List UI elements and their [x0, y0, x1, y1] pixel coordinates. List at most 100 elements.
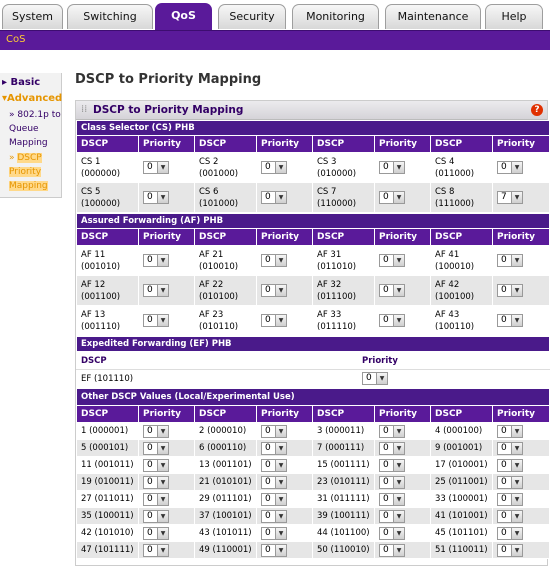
- priority-select[interactable]: 0 ▼: [143, 526, 169, 540]
- priority-value: 0: [265, 476, 271, 487]
- priority-select[interactable]: 0 ▼: [143, 475, 169, 489]
- priority-select[interactable]: 0 ▼: [379, 526, 405, 540]
- priority-select[interactable]: 0 ▼: [261, 424, 287, 438]
- priority-cell: 0 ▼: [256, 305, 313, 336]
- dscp-code: (101000): [199, 198, 239, 209]
- priority-select[interactable]: 0 ▼: [261, 441, 287, 455]
- help-icon[interactable]: ?: [531, 104, 543, 116]
- priority-select[interactable]: 0 ▼: [497, 543, 523, 557]
- priority-select[interactable]: 0 ▼: [143, 314, 169, 327]
- priority-select[interactable]: 7 ▼: [497, 191, 523, 204]
- priority-select[interactable]: 0 ▼: [261, 458, 287, 472]
- priority-select[interactable]: 0 ▼: [261, 161, 287, 174]
- priority-cell: 0 ▼: [256, 473, 313, 491]
- dscp-cell: 6 (000110): [194, 439, 257, 457]
- priority-select[interactable]: 0 ▼: [143, 284, 169, 297]
- priority-select[interactable]: 0 ▼: [143, 458, 169, 472]
- subnav-cos[interactable]: CoS: [6, 34, 25, 45]
- dscp-cell: 49 (110001): [194, 541, 257, 559]
- priority-select[interactable]: 0 ▼: [379, 314, 405, 327]
- tab-maintenance[interactable]: Maintenance: [385, 4, 481, 29]
- priority-value: 0: [383, 315, 389, 325]
- priority-select[interactable]: 0 ▼: [497, 284, 523, 297]
- priority-select[interactable]: 0 ▼: [261, 492, 287, 506]
- priority-select[interactable]: 0 ▼: [497, 314, 523, 327]
- priority-value: 0: [501, 255, 507, 265]
- priority-select[interactable]: 0 ▼: [261, 284, 287, 297]
- priority-select[interactable]: 0 ▼: [261, 543, 287, 557]
- priority-select[interactable]: 0 ▼: [379, 458, 405, 472]
- dscp-cell: 35 (100011): [76, 507, 139, 525]
- priority-select[interactable]: 0 ▼: [379, 161, 405, 174]
- priority-cell: 0 ▼: [491, 245, 550, 276]
- tab-system[interactable]: System: [2, 4, 63, 29]
- priority-select[interactable]: 0 ▼: [261, 191, 287, 204]
- priority-cell: 0 ▼: [256, 245, 313, 276]
- priority-select[interactable]: 0 ▼: [497, 475, 523, 489]
- priority-cell: 0 ▼: [374, 245, 431, 276]
- priority-select[interactable]: 0 ▼: [379, 191, 405, 204]
- priority-select[interactable]: 0 ▼: [497, 526, 523, 540]
- priority-select[interactable]: 0 ▼: [261, 526, 287, 540]
- nav-dscp-priority-mapping[interactable]: » DSCP Priority Mapping: [9, 151, 61, 193]
- priority-select[interactable]: 0 ▼: [497, 509, 523, 523]
- cs-section-header: Class Selector (CS) PHB: [75, 120, 550, 136]
- tab-switching[interactable]: Switching: [67, 4, 153, 29]
- dscp-name: AF 21: [199, 249, 224, 260]
- priority-select[interactable]: 0 ▼: [497, 424, 523, 438]
- priority-cell: 0 ▼: [374, 473, 431, 491]
- nav-8021p-queue-mapping[interactable]: » 802.1p to Queue Mapping: [9, 108, 61, 150]
- dscp-cell: CS 5 (100000): [76, 182, 139, 213]
- priority-select[interactable]: 0 ▼: [497, 254, 523, 267]
- priority-select[interactable]: 0 ▼: [379, 509, 405, 523]
- priority-cell: 0 ▼: [138, 422, 195, 440]
- priority-select[interactable]: 0 ▼: [497, 441, 523, 455]
- priority-select[interactable]: 0 ▼: [261, 314, 287, 327]
- priority-select[interactable]: 0 ▼: [379, 475, 405, 489]
- priority-select[interactable]: 0 ▼: [143, 191, 169, 204]
- priority-select[interactable]: 0 ▼: [261, 509, 287, 523]
- tab-monitoring[interactable]: Monitoring: [292, 4, 379, 29]
- chevron-down-icon: ▼: [275, 425, 286, 437]
- priority-header: Priority: [491, 135, 550, 153]
- mapping-panel: ⁞⁞ DSCP to Priority Mapping ? Class Sele…: [75, 100, 550, 566]
- ef-header-row: DSCP Priority: [76, 351, 550, 370]
- priority-select[interactable]: 0 ▼: [379, 424, 405, 438]
- dscp-cell: 1 (000001): [76, 422, 139, 440]
- priority-select[interactable]: 0 ▼: [362, 372, 388, 385]
- chevron-down-icon: ▼: [275, 162, 286, 173]
- priority-select[interactable]: 0 ▼: [261, 254, 287, 267]
- dscp-cell: 13 (001101): [194, 456, 257, 474]
- dscp-header: DSCP: [76, 228, 139, 246]
- dscp-cell: 25 (011001): [430, 473, 493, 491]
- dscp-cell: AF 13 (001110): [76, 305, 139, 336]
- priority-select[interactable]: 0 ▼: [143, 254, 169, 267]
- dscp-cell: 2 (000010): [194, 422, 257, 440]
- priority-select[interactable]: 0 ▼: [379, 254, 405, 267]
- priority-select[interactable]: 0 ▼: [379, 441, 405, 455]
- priority-select[interactable]: 0 ▼: [379, 492, 405, 506]
- priority-select[interactable]: 0 ▼: [497, 458, 523, 472]
- priority-select[interactable]: 0 ▼: [143, 161, 169, 174]
- chevron-down-icon: ▼: [511, 285, 522, 296]
- priority-select[interactable]: 0 ▼: [143, 492, 169, 506]
- nav-basic[interactable]: ▸ Basic: [2, 76, 40, 90]
- dscp-cell: 23 (010111): [312, 473, 375, 491]
- tab-qos[interactable]: QoS: [155, 3, 212, 30]
- priority-select[interactable]: 0 ▼: [379, 543, 405, 557]
- tab-security[interactable]: Security: [218, 4, 286, 29]
- dscp-cell: AF 42 (100100): [430, 275, 493, 306]
- priority-select[interactable]: 0 ▼: [261, 475, 287, 489]
- nav-advanced[interactable]: ▾Advanced: [2, 92, 62, 106]
- dscp-cell: AF 33 (011110): [312, 305, 375, 336]
- priority-select[interactable]: 0 ▼: [497, 492, 523, 506]
- chevron-down-icon: ▼: [157, 162, 168, 173]
- tab-help[interactable]: Help: [485, 4, 543, 29]
- priority-select[interactable]: 0 ▼: [143, 543, 169, 557]
- priority-select[interactable]: 0 ▼: [143, 509, 169, 523]
- dscp-header: DSCP: [194, 405, 257, 423]
- priority-select[interactable]: 0 ▼: [497, 161, 523, 174]
- priority-select[interactable]: 0 ▼: [143, 441, 169, 455]
- priority-select[interactable]: 0 ▼: [379, 284, 405, 297]
- priority-select[interactable]: 0 ▼: [143, 424, 169, 438]
